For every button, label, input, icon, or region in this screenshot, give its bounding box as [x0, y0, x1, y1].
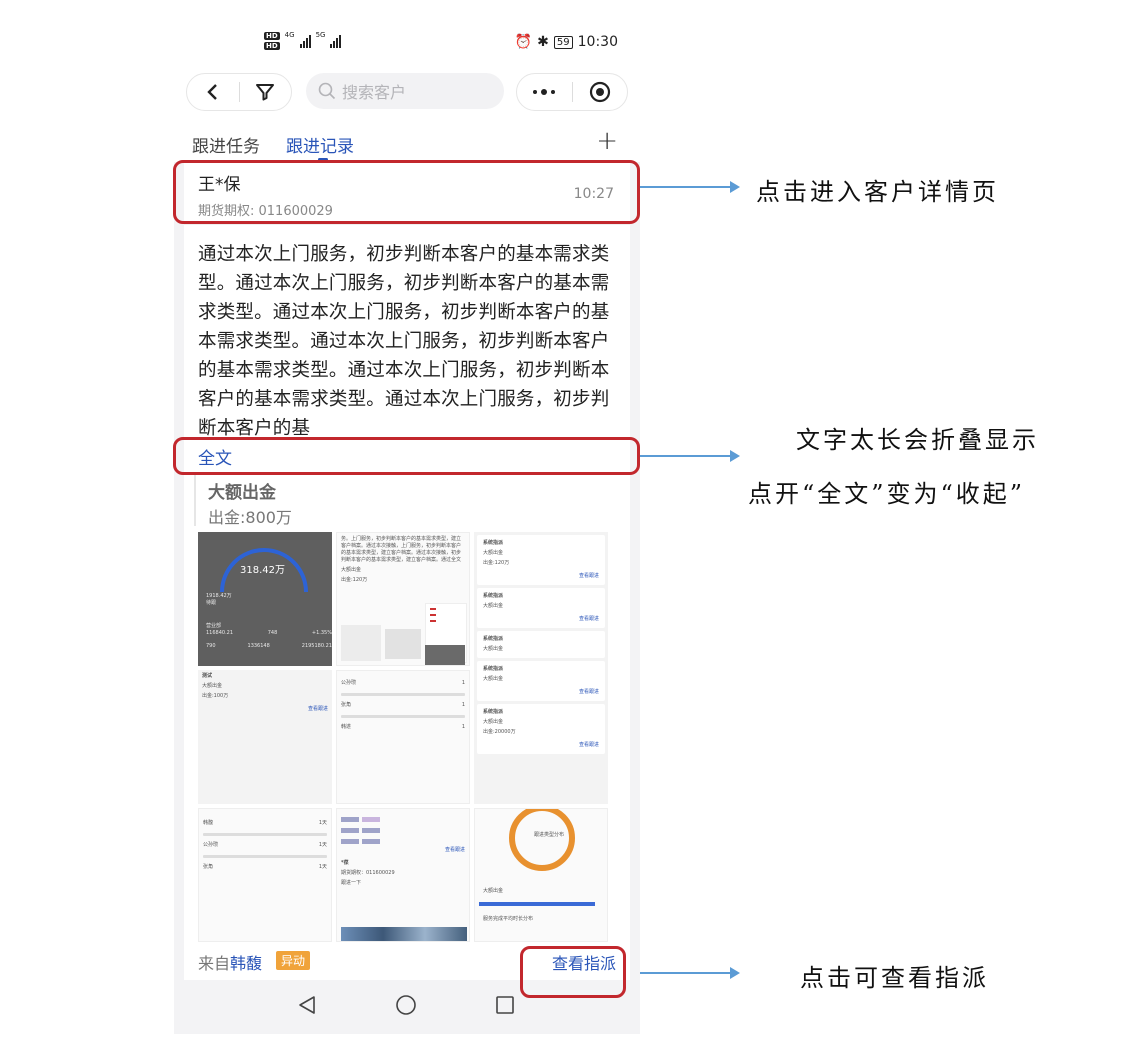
quote-subtitle: 出金:800万 — [208, 508, 292, 527]
signal-icon — [330, 34, 342, 48]
alarm-icon: ⏰ — [514, 34, 533, 50]
image-thumbnail[interactable]: 公孙瓒 1 张角 1 韩遂 1 — [336, 670, 470, 804]
bluetooth-icon: ✱ — [537, 34, 549, 50]
thumb-title: 测试 — [202, 673, 213, 679]
image-thumbnail[interactable]: 查看跟进 *葆 期货期权：011600029 跟进一下 — [336, 808, 470, 942]
annotation-note: 点击可查看指派 — [800, 964, 989, 992]
back-button[interactable] — [187, 74, 239, 110]
follow-record-card: 王*保 期货期权: 011600029 10:27 通过本次上门服务，初步判断本… — [184, 162, 630, 980]
from-label: 来自韩馥 — [198, 954, 263, 973]
thumb-bar — [479, 902, 595, 906]
highlight-full-text — [173, 437, 640, 475]
recents-square-icon[interactable] — [494, 994, 516, 1016]
thumb-big-value: 318.42万 — [240, 565, 285, 576]
more-button[interactable] — [517, 74, 572, 110]
quote-title: 大额出金 — [208, 483, 276, 503]
more-dots-icon — [533, 89, 556, 95]
thumb-table: 1918.42万 待跟 营业部 116840.21 748 +1.35% 790 13… — [206, 593, 332, 649]
status-left: HD HD 4G 5G — [264, 31, 342, 50]
back-triangle-icon[interactable] — [296, 994, 318, 1016]
thumb-footer: 服务完成平均时长分布 — [483, 916, 534, 922]
arrow-icon — [640, 450, 740, 462]
image-thumbnail[interactable]: 318.42万 1918.42万 待跟 营业部 116840.21 748 +1.3… — [198, 532, 332, 666]
hd-badge: HD — [264, 42, 280, 50]
tab-bar: 跟进任务 跟进记录 + — [174, 120, 640, 162]
thumb-sub: 大额出金 — [341, 567, 362, 573]
annotation-note: 点击进入客户详情页 — [756, 178, 999, 206]
thumb-sub: 出金:100万 — [202, 693, 229, 699]
status-bar: HD HD 4G 5G ⏰ ✱ 59 10:30 — [174, 24, 640, 64]
search-icon — [318, 82, 336, 100]
top-navigation: 搜索客户 — [174, 64, 640, 120]
annotation-note: 文字太长会折叠显示 — [796, 426, 1039, 454]
thumb-bar-label: 大额出金 — [483, 888, 504, 894]
network-label: 4G — [284, 31, 295, 39]
image-grid: 318.42万 1918.42万 待跟 营业部 116840.21 748 +1.3… — [198, 532, 608, 942]
annotation-note: 点开“全文”变为“收起” — [748, 480, 1026, 508]
thumb-sub: 出金:120万 — [341, 577, 368, 583]
thumb-sub: 大额出金 — [202, 683, 223, 689]
hd-badge: HD — [264, 32, 280, 40]
arrow-icon — [640, 967, 740, 979]
search-placeholder: 搜索客户 — [342, 83, 407, 102]
signal-icon — [299, 34, 311, 48]
status-tag: 异动 — [276, 951, 311, 970]
nav-right-capsule — [516, 73, 628, 111]
nav-left-capsule — [186, 73, 292, 111]
target-icon — [589, 81, 610, 103]
arrow-icon — [640, 181, 740, 193]
tab-follow-records[interactable]: 跟进记录 — [286, 132, 354, 157]
image-thumbnail[interactable]: 务。上门服务，初步判断本客户的基本需求类型，建立客户档案。通过本次接触，上门服务… — [336, 532, 470, 666]
status-right: ⏰ ✱ 59 10:30 — [515, 34, 618, 50]
home-circle-icon[interactable] — [395, 994, 417, 1016]
network-label: 5G — [315, 31, 326, 39]
highlight-customer-header — [173, 160, 640, 224]
thumb-text: 务。上门服务，初步判断本客户的基本需求类型，建立客户档案。通过本次接触，上门服务… — [341, 536, 462, 563]
highlight-view-assign — [520, 946, 626, 998]
search-input[interactable]: 搜索客户 — [306, 73, 504, 109]
battery-icon: 59 — [553, 35, 573, 49]
back-arrow-icon — [207, 84, 217, 100]
hd-icon: HD HD — [264, 32, 280, 50]
record-body-text: 通过本次上门服务，初步判断本客户的基本需求类型。通过本次上门服务，初步判断本客户… — [198, 244, 610, 439]
tab-follow-tasks[interactable]: 跟进任务 — [192, 132, 260, 157]
image-thumbnail[interactable]: 系统指派 大额出金 出金:120万 查看跟进 系统指派 大额出金 查看跟进 系统指派 大额出… — [474, 532, 608, 804]
thumb-title: 跟进类型分布 — [533, 832, 564, 838]
image-thumbnail[interactable]: 测试 大额出金 出金:100万 查看跟进 — [198, 670, 332, 804]
from-user[interactable]: 韩馥 — [230, 954, 262, 973]
clock-time: 10:30 — [577, 34, 618, 50]
close-miniprogram-button[interactable] — [573, 74, 628, 110]
quoted-task: 大额出金 出金:800万 — [194, 474, 616, 527]
filter-button[interactable] — [240, 74, 292, 110]
add-button[interactable]: + — [596, 126, 618, 156]
filter-icon — [256, 84, 275, 101]
image-thumbnail[interactable]: 跟进类型分布 大额出金 服务完成平均时长分布 — [474, 808, 608, 942]
image-thumbnail[interactable]: 韩馥 1天 公孙瓒 1天 张角 1天 — [198, 808, 332, 942]
thumb-link: 查看跟进 — [307, 706, 328, 712]
